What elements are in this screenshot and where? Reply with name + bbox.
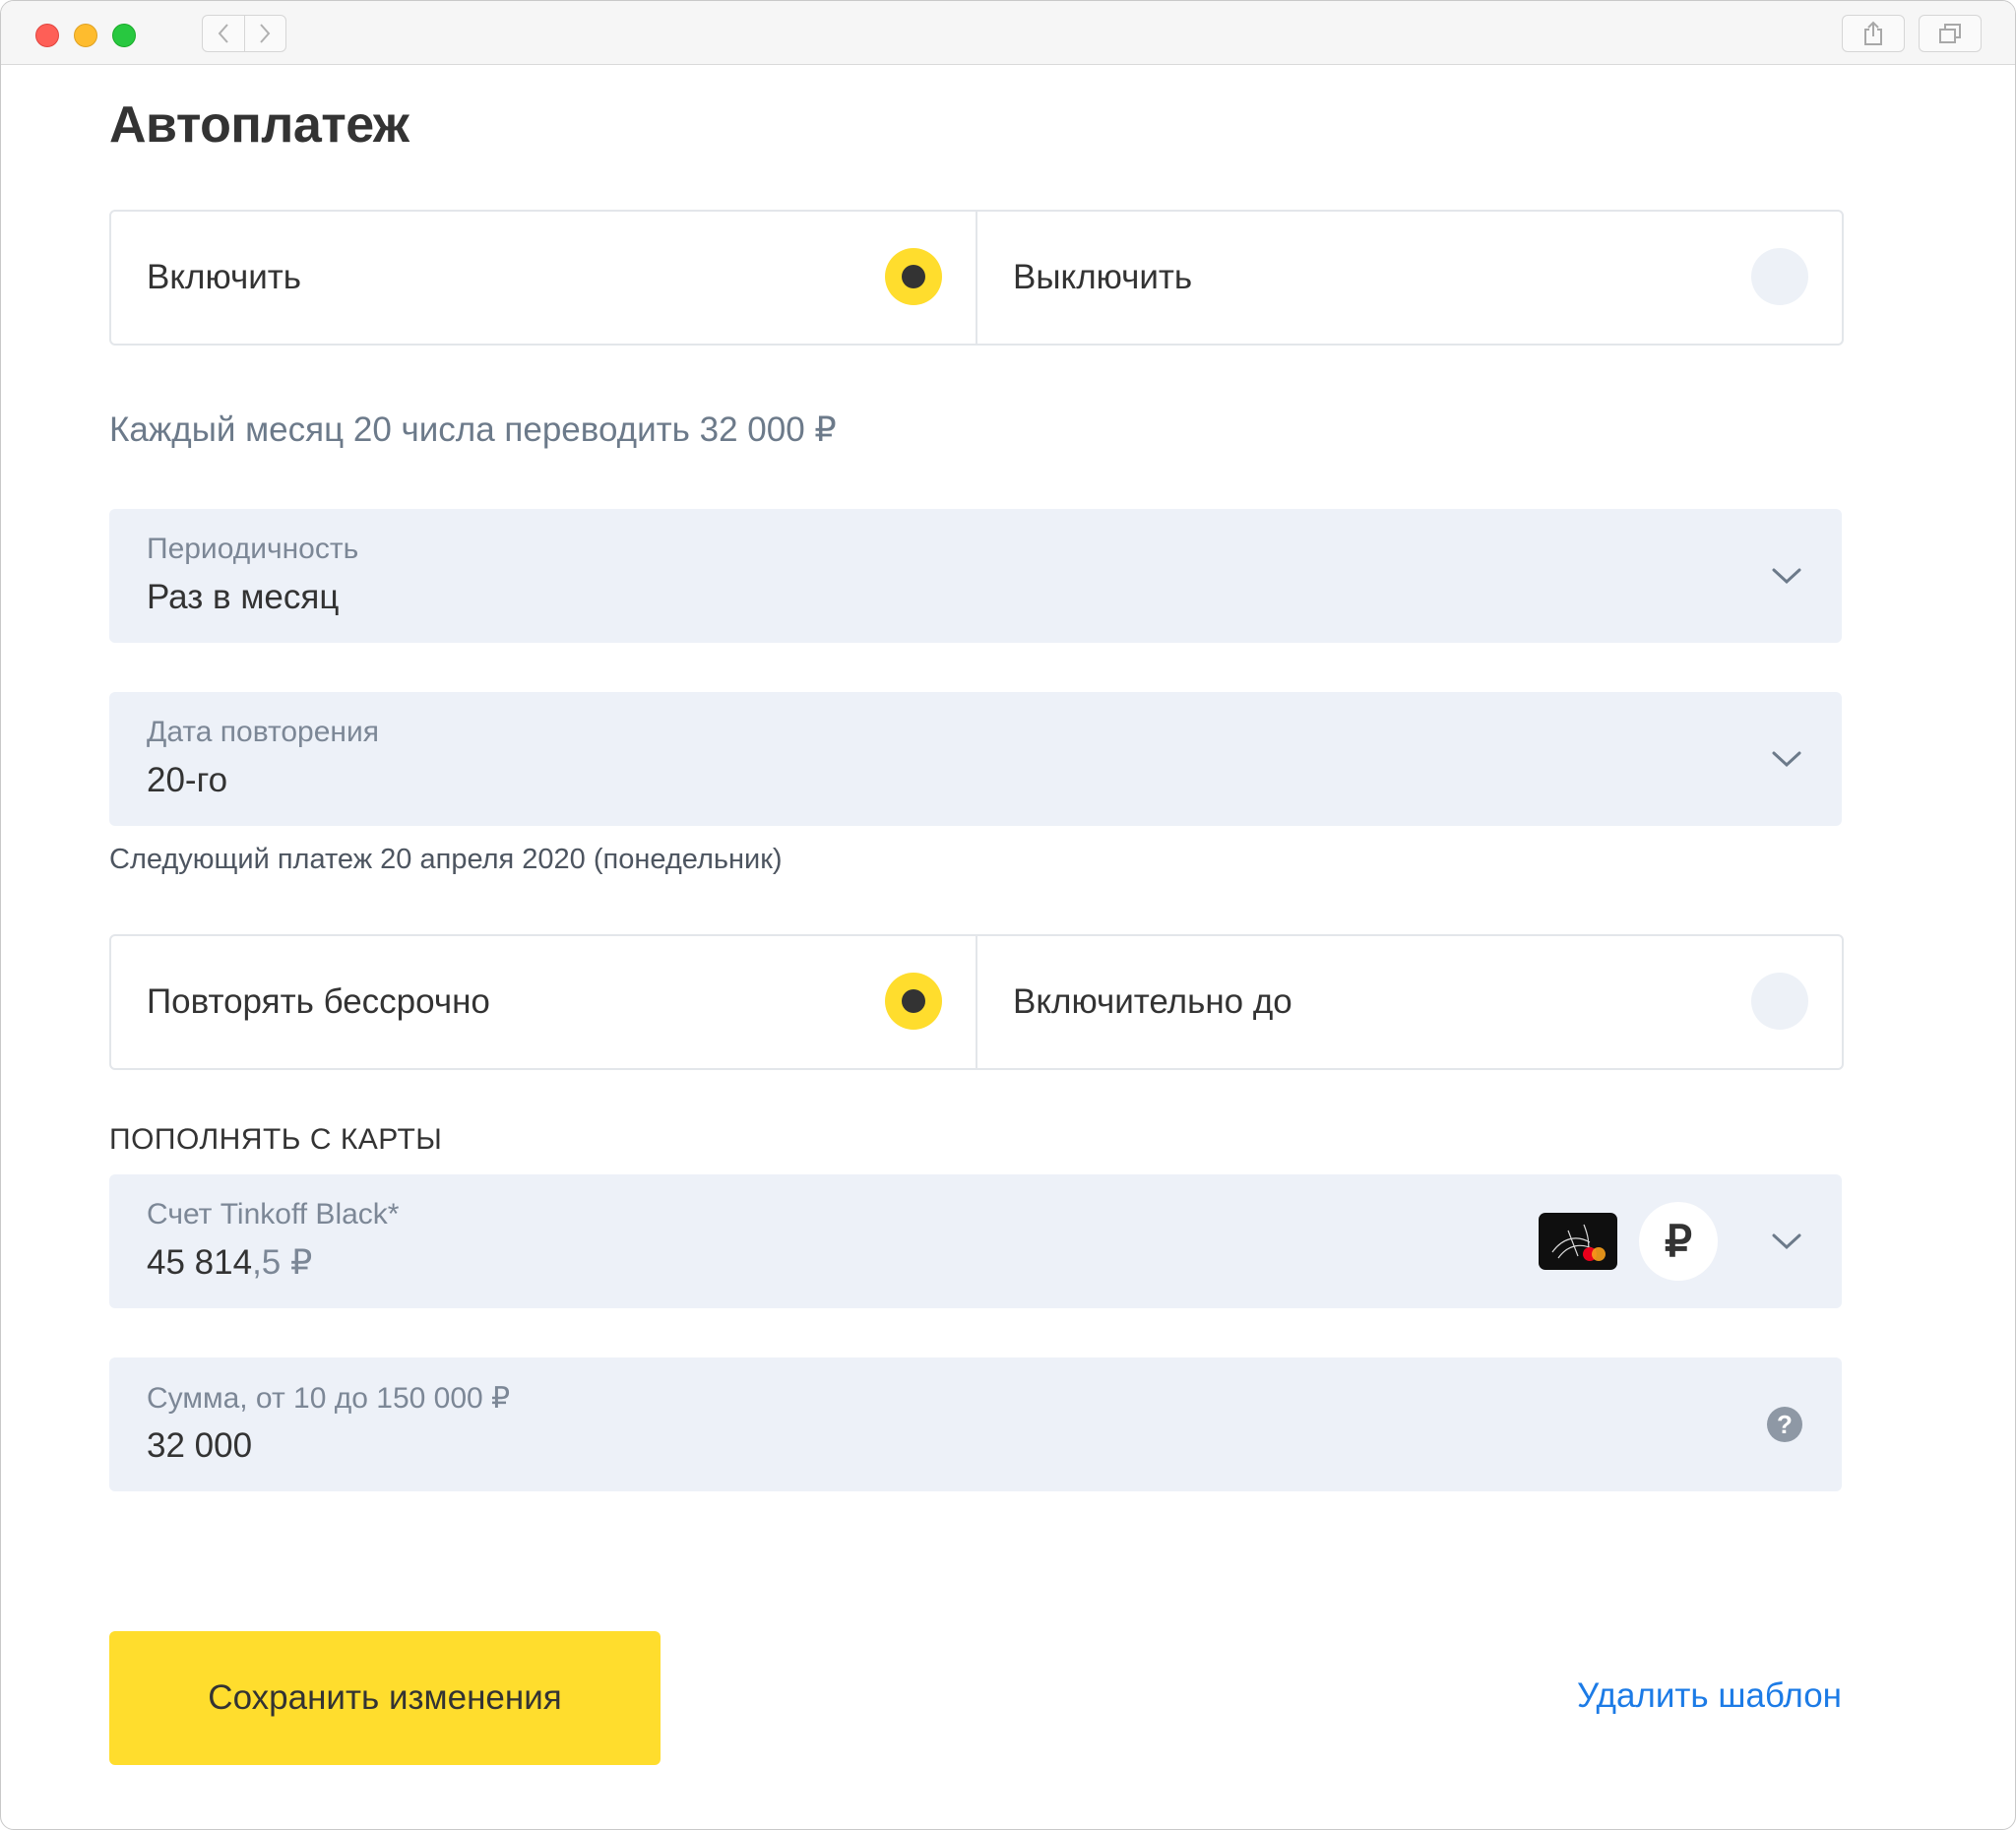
close-window-button[interactable] (35, 24, 59, 47)
zoom-window-button[interactable] (112, 24, 136, 47)
browser-window: Автоплатеж Включить Выключить Каждый мес… (0, 0, 2016, 1830)
tabs-overview-button[interactable] (1919, 15, 1982, 52)
share-button[interactable] (1842, 15, 1905, 52)
repeat-forever-label: Повторять бессрочно (147, 982, 490, 1021)
enable-option[interactable]: Включить (111, 212, 977, 344)
repeat-date-label: Дата повторения (147, 716, 380, 748)
chevron-down-icon (1772, 751, 1801, 768)
source-section-title: ПОПОЛНЯТЬ С КАРТЫ (109, 1123, 443, 1156)
chevron-down-icon (1772, 1233, 1801, 1250)
amount-field[interactable]: Сумма, от 10 до 150 000 ₽ 32 000 ? (109, 1357, 1842, 1491)
title-bar (1, 1, 2015, 65)
enable-radio[interactable] (885, 248, 942, 305)
page-title: Автоплатеж (109, 96, 410, 154)
account-name: Счет Tinkoff Black* (147, 1198, 400, 1231)
chevron-right-icon (260, 24, 271, 43)
amount-label: Сумма, от 10 до 150 000 ₽ (147, 1382, 511, 1415)
repeat-date-value: 20-го (147, 761, 228, 799)
help-icon[interactable]: ? (1767, 1407, 1802, 1442)
ruble-currency-icon: ₽ (1639, 1202, 1718, 1281)
delete-template-link[interactable]: Удалить шаблон (1577, 1676, 1842, 1716)
navigation-buttons (202, 15, 286, 52)
autopay-summary: Каждый месяц 20 числа переводить 32 000 … (109, 410, 837, 449)
periodicity-select[interactable]: Периодичность Раз в месяц (109, 509, 1842, 643)
source-account-select[interactable]: Счет Tinkoff Black* 45 814,5 ₽ ₽ (109, 1174, 1842, 1308)
disable-radio[interactable] (1751, 248, 1808, 305)
enable-label: Включить (147, 258, 302, 296)
periodicity-value: Раз в месяц (147, 578, 340, 616)
amount-value: 32 000 (147, 1426, 253, 1465)
repeat-date-select[interactable]: Дата повторения 20-го (109, 692, 1842, 826)
autopay-toggle-group: Включить Выключить (109, 210, 1844, 346)
repeat-until-option[interactable]: Включительно до (977, 936, 1842, 1068)
repeat-forever-option[interactable]: Повторять бессрочно (111, 936, 977, 1068)
forward-button[interactable] (245, 16, 286, 51)
balance-fraction: ,5 ₽ (252, 1243, 313, 1282)
share-icon (1864, 21, 1882, 45)
disable-label: Выключить (1013, 258, 1193, 296)
card-image (1539, 1213, 1617, 1270)
next-payment-note: Следующий платеж 20 апреля 2020 (понедел… (109, 844, 783, 875)
repeat-forever-radio[interactable] (885, 973, 942, 1030)
chevron-left-icon (218, 24, 228, 43)
save-changes-button[interactable]: Сохранить изменения (109, 1631, 661, 1765)
chevron-down-icon (1772, 568, 1801, 585)
back-button[interactable] (203, 16, 245, 51)
periodicity-label: Периодичность (147, 533, 359, 565)
disable-option[interactable]: Выключить (977, 212, 1842, 344)
tabs-icon (1939, 24, 1961, 43)
account-balance: 45 814,5 ₽ (147, 1243, 312, 1283)
repeat-until-label: Включительно до (1013, 982, 1292, 1021)
repeat-until-radio[interactable] (1751, 973, 1808, 1030)
balance-main: 45 814 (147, 1243, 253, 1282)
minimize-window-button[interactable] (74, 24, 97, 47)
repeat-mode-group: Повторять бессрочно Включительно до (109, 934, 1844, 1070)
